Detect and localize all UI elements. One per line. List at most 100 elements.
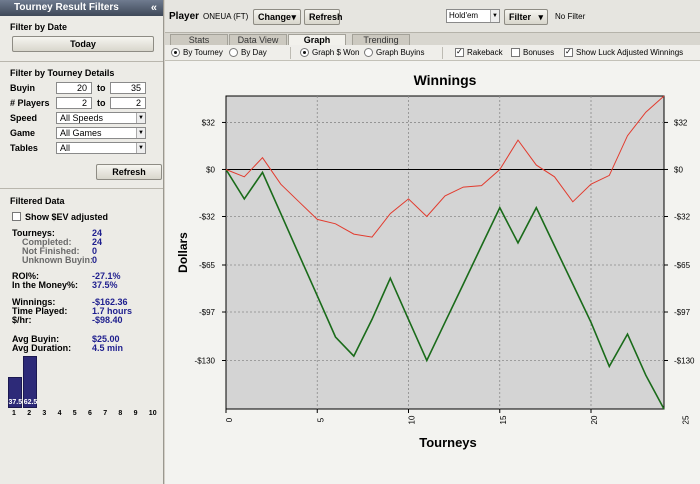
chevron-down-icon[interactable]: ▼ [136,113,145,123]
collapse-sidebar-icon[interactable]: « [151,0,157,16]
by-tourney-radio[interactable] [171,48,180,57]
filter-by-date-heading: Filter by Date [10,22,68,32]
chevron-down-icon[interactable]: ▼ [490,10,499,22]
y-tick-label: -$65 [199,261,216,270]
game-select[interactable]: All Games ▼ [56,127,146,139]
filter-status: No Filter [555,12,586,21]
filter-by-details-heading: Filter by Tourney Details [10,68,115,78]
avg-duration-value: 4.5 min [92,343,124,353]
histogram-tick-label: 6 [88,410,92,417]
divider [290,47,291,59]
histogram-bar-label: 62.5 [23,399,38,406]
y-tick-label: -$32 [199,212,216,221]
y-tick-label: -$130 [674,357,695,366]
chevron-down-icon[interactable]: ▼ [136,128,145,138]
x-tick-label: 5 [316,417,325,422]
plot-background [225,95,665,410]
y-tick-label: -$32 [674,212,691,221]
sidebar-title-bar: Tourney Result Filters « [0,0,163,16]
bonuses-checkbox[interactable] [511,48,520,57]
y-tick-label: $32 [202,118,216,127]
x-tick-label: 0 [225,417,234,422]
chevron-down-icon: ▾ [538,12,543,22]
tables-select[interactable]: All ▼ [56,142,146,154]
by-day-label: By Day [241,48,267,57]
main-panel: Player ONEUA (FT) Change ▾ Refresh Hold'… [165,0,700,484]
histogram-tick-label: 2 [27,410,32,417]
player-name: ONEUA (FT) [203,12,249,21]
show-sev-checkbox[interactable] [12,212,21,221]
y-tick-label: $32 [674,118,688,127]
by-tourney-label: By Tourney [183,48,223,57]
filter-button[interactable]: Filter ▾ [504,9,548,25]
y-axis-label: Dollars [176,232,190,273]
tab-trending[interactable]: Trending [352,34,410,45]
players-to-input[interactable]: 2 [110,97,146,109]
winnings-chart-area: Winnings $32 $32 $0 $0 -$32 -$32 -$65 -$65 -$97 -$… [165,61,700,484]
x-axis-label: Tourneys [419,435,477,450]
dollars-per-hour-label: $/hr: [12,315,32,325]
graph-options-bar: By Tourney By Day Graph $ Won Graph Buyi… [165,45,700,61]
bonuses-label: Bonuses [523,48,555,57]
game-type-select[interactable]: Hold'em ▼ [446,9,500,23]
today-button[interactable]: Today [12,36,154,52]
change-button-label: Change [258,12,292,22]
unknown-buyin-value: 0 [92,255,98,265]
change-player-button[interactable]: Change ▾ [253,9,301,25]
graph-buyins-label: Graph Buyins [376,48,425,57]
buyin-label: Buyin [10,83,36,93]
filter-sidebar: Tourney Result Filters « Filter by Date … [0,0,164,484]
players-to-label: to [97,98,106,108]
histogram-tick-label: 7 [103,410,108,417]
luck-adjusted-checkbox[interactable] [564,47,573,57]
speed-label: Speed [10,113,38,123]
speed-select[interactable]: All Speeds ▼ [56,112,146,124]
game-type-value: Hold'em [449,11,479,20]
graph-won-label: Graph $ Won [312,48,360,57]
players-from-input[interactable]: 2 [56,97,92,109]
histogram-bar-label: 37.5 [8,399,23,406]
chevron-down-icon[interactable]: ▼ [136,143,145,153]
player-label: Player [169,11,200,22]
by-day-radio[interactable] [229,48,238,57]
histogram-tick-label: 8 [118,410,123,417]
y-tick-label: -$97 [674,308,691,317]
y-tick-label: $0 [674,165,683,174]
divider [0,188,163,189]
graph-won-radio[interactable] [300,48,309,57]
filtered-data-heading: Filtered Data [10,196,65,206]
sidebar-refresh-button[interactable]: Refresh [96,164,162,180]
tables-label: Tables [10,143,38,153]
itm-label: In the Money%: [12,280,79,290]
histogram-tick-label: 9 [133,410,138,417]
buyin-from-input[interactable]: 20 [56,82,92,94]
y-tick-label: -$130 [195,357,216,366]
unknown-buyin-label: Unknown Buyin: [22,255,93,265]
histogram-tick-label: 3 [42,410,47,417]
rakeback-checkbox[interactable] [455,47,464,57]
avg-duration-label: Avg Duration: [12,343,72,353]
y-tick-label: $0 [206,165,215,174]
sidebar-title: Tourney Result Filters [14,2,119,13]
view-tabs: Stats Data View Graph Trending [165,33,700,45]
chevron-down-icon: ▾ [291,12,296,22]
x-tick-label: 20 [590,415,599,424]
histogram-tick-label: 10 [148,410,157,417]
tab-stats[interactable]: Stats [170,34,228,45]
speed-value: All Speeds [60,113,104,123]
rakeback-label: Rakeback [467,48,503,57]
graph-buyins-radio[interactable] [364,48,373,57]
x-tick-label: 10 [408,415,417,424]
buyin-to-input[interactable]: 35 [110,82,146,94]
chart-title: Winnings [414,72,477,88]
toolbar-refresh-button[interactable]: Refresh [304,9,343,25]
player-toolbar: Player ONEUA (FT) Change ▾ Refresh Hold'… [165,0,700,33]
y-tick-label: -$65 [674,261,691,270]
dollars-per-hour-value: -$98.40 [92,315,123,325]
histogram-tick-label: 1 [12,410,16,417]
luck-adjusted-label: Show Luck Adjusted Winnings [576,48,684,57]
show-sev-label: Show $EV adjusted [25,212,109,222]
buyin-to-label: to [97,83,106,93]
tab-data-view[interactable]: Data View [229,34,287,45]
tab-graph[interactable]: Graph [288,34,346,45]
